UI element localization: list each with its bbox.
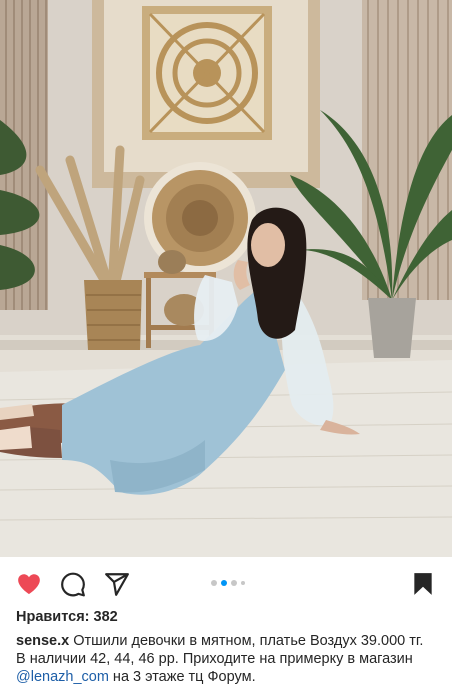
bookmark-filled-icon <box>414 573 432 595</box>
carousel-dot[interactable] <box>241 581 245 585</box>
carousel-dot[interactable] <box>211 580 217 586</box>
caption-text-end: на 3 этаже тц Форум. <box>108 669 256 685</box>
likes-count[interactable]: Нравится: 382 <box>16 609 118 625</box>
share-button[interactable] <box>104 571 130 597</box>
carousel-dot-active[interactable] <box>221 580 227 586</box>
comment-button[interactable] <box>60 571 86 597</box>
comment-bubble-icon <box>61 572 85 597</box>
carved-wall-frame <box>92 0 320 188</box>
carousel-dot[interactable] <box>231 580 237 586</box>
post-photo[interactable] <box>0 0 452 557</box>
like-button[interactable] <box>16 571 42 597</box>
carousel-indicator <box>211 580 245 586</box>
caption-text: Отшили девочки в мятном, платье Воздух 3… <box>16 633 424 667</box>
heart-filled-icon <box>18 574 40 595</box>
save-button[interactable] <box>410 571 436 597</box>
caption-username[interactable]: sense.x <box>16 633 69 649</box>
caption-mention-link[interactable]: @lenazh_com <box>16 669 109 685</box>
paper-plane-icon <box>105 573 129 596</box>
post-photo-artwork <box>0 0 452 557</box>
post-caption: sense.x Отшили девочки в мятном, платье … <box>16 632 436 686</box>
